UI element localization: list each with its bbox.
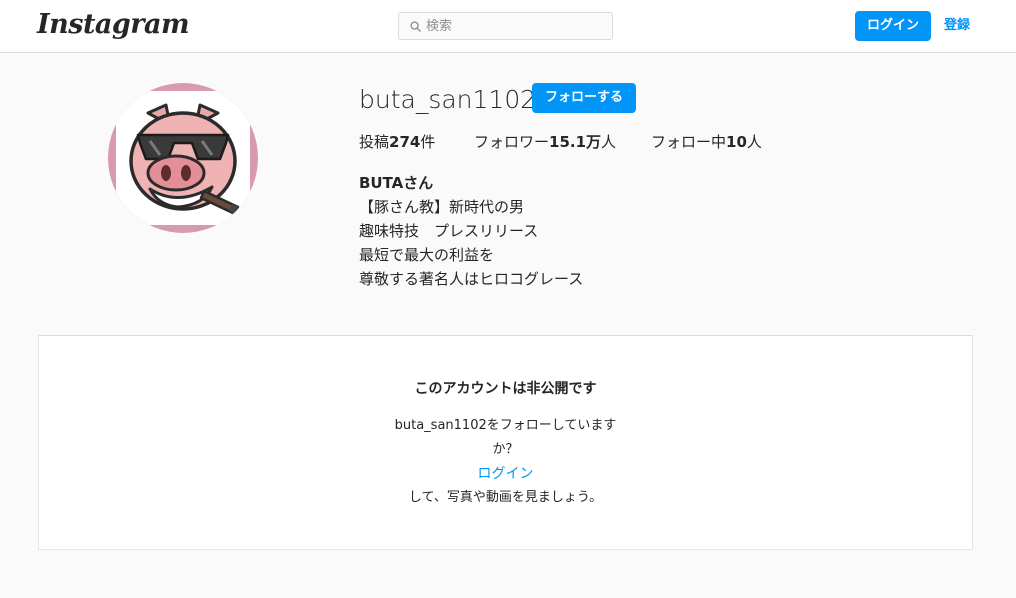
- profile-username: buta_san1102: [359, 85, 537, 114]
- instagram-logo[interactable]: Instagram: [37, 9, 190, 40]
- followers-label: フォロワー: [474, 133, 550, 151]
- profile-display-name: BUTAさん: [359, 174, 434, 192]
- private-account-message-end: して、写真や動画を見ましょう。: [408, 490, 603, 505]
- private-account-title: このアカウントは非公開です: [414, 381, 597, 397]
- stat-following[interactable]: フォロー中10人: [651, 132, 762, 152]
- posts-count: 274: [389, 133, 421, 151]
- followers-count: 15.1万: [549, 133, 602, 151]
- search-box[interactable]: [398, 12, 613, 40]
- following-label: フォロー中: [651, 133, 727, 151]
- posts-unit: 件: [420, 133, 436, 151]
- stat-followers[interactable]: フォロワー15.1万人: [474, 132, 616, 152]
- bio-line: 【豚さん教】新時代の男: [359, 198, 525, 216]
- bio-line: 趣味特技 プレスリリース: [359, 222, 539, 240]
- posts-label: 投稿: [359, 133, 390, 151]
- following-count: 10: [726, 133, 747, 151]
- followers-unit: 人: [601, 133, 617, 151]
- top-navigation-bar: Instagram ログイン 登録: [0, 0, 1016, 53]
- private-account-message: buta_san1102をフォローしています: [394, 418, 617, 433]
- register-link[interactable]: 登録: [944, 16, 970, 36]
- bio-line: 尊敬する著名人はヒロコグレース: [359, 270, 584, 288]
- search-icon: [410, 21, 421, 32]
- login-button[interactable]: ログイン: [855, 11, 931, 41]
- following-unit: 人: [746, 133, 762, 151]
- private-account-panel: このアカウントは非公開です buta_san1102をフォローしています か？ …: [38, 335, 973, 550]
- pig-avatar-image: [116, 91, 250, 225]
- stat-posts: 投稿274件: [359, 132, 435, 152]
- private-login-link[interactable]: ログイン: [39, 465, 972, 483]
- private-account-message-cont: か？: [492, 442, 519, 457]
- search-input[interactable]: [426, 15, 606, 37]
- follow-button[interactable]: フォローする: [532, 83, 636, 113]
- bio-line: 最短で最大の利益を: [359, 246, 495, 264]
- profile-avatar[interactable]: [108, 83, 258, 233]
